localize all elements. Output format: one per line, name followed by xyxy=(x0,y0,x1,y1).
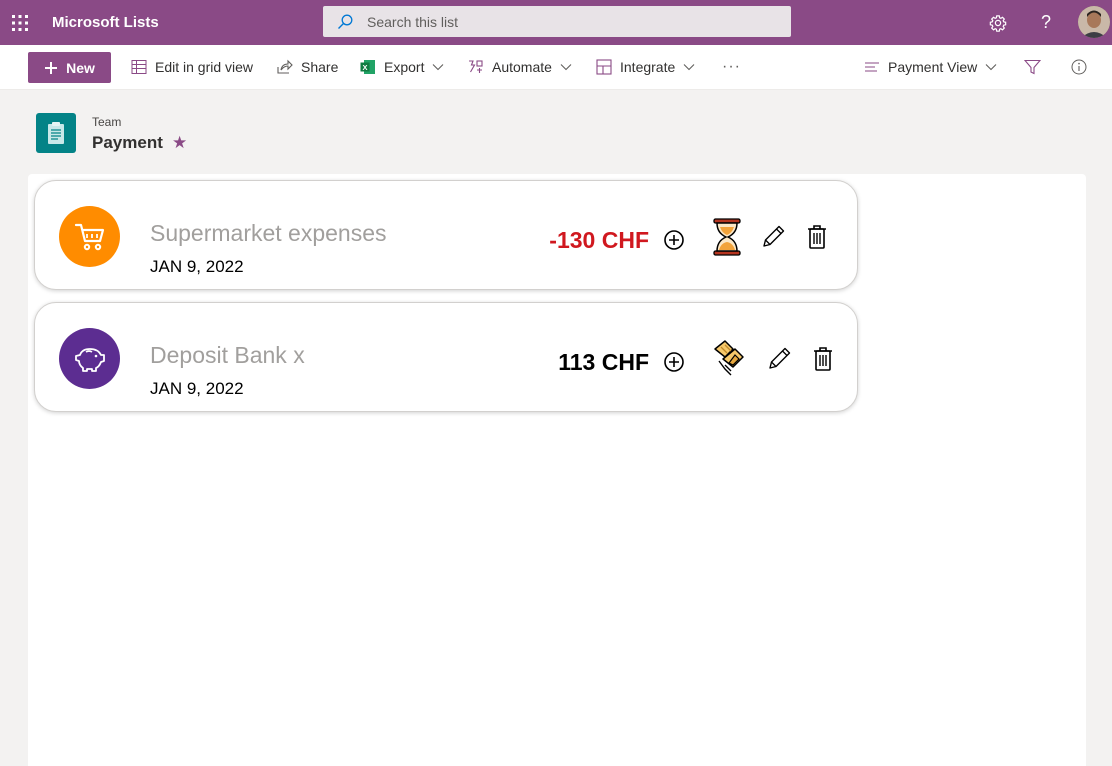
more-icon: ··· xyxy=(722,58,741,75)
pencil-edit-icon[interactable] xyxy=(760,224,786,250)
automate-button[interactable]: Automate xyxy=(467,45,572,89)
item-amount: -130 CHF xyxy=(549,227,649,253)
page-title: Payment xyxy=(92,133,163,152)
pencil-edit-icon[interactable] xyxy=(766,346,792,372)
app-launcher-button[interactable] xyxy=(0,0,40,45)
gear-icon xyxy=(989,14,1007,32)
list-item[interactable]: Supermarket expenses JAN 9, 2022 -130 CH… xyxy=(34,180,858,290)
share-button[interactable]: Share xyxy=(276,45,338,89)
item-title: Deposit Bank x xyxy=(150,342,305,368)
command-bar: New Edit in grid view Share X Export Aut… xyxy=(0,45,1112,90)
search-input[interactable]: Search this list xyxy=(323,6,791,37)
lines-icon xyxy=(865,62,879,72)
info-button[interactable] xyxy=(1071,45,1087,89)
cart-icon xyxy=(74,223,104,250)
item-icon-circle xyxy=(59,206,120,267)
avatar[interactable] xyxy=(1078,6,1110,38)
integrate-button[interactable]: Integrate xyxy=(596,45,695,89)
excel-icon: X xyxy=(360,60,375,74)
search-icon xyxy=(323,6,367,37)
share-icon xyxy=(277,59,293,74)
piggy-bank-icon xyxy=(74,347,105,372)
help-icon: ? xyxy=(1040,12,1051,32)
settings-button[interactable] xyxy=(978,0,1018,45)
plus-icon xyxy=(45,61,58,74)
list-item[interactable]: Deposit Bank x JAN 9, 2022 113 CHF xyxy=(34,302,858,412)
chevron-down-icon xyxy=(985,64,997,71)
hourglass-icon xyxy=(713,218,741,256)
export-button[interactable]: X Export xyxy=(360,45,444,89)
svg-text:X: X xyxy=(362,63,367,72)
trash-icon[interactable] xyxy=(806,224,828,250)
item-amount: 113 CHF xyxy=(558,349,649,375)
suite-header: Microsoft Lists Search this list ? xyxy=(0,0,1112,45)
filter-icon xyxy=(1024,59,1041,75)
user-photo-icon xyxy=(1078,6,1110,38)
chevron-down-icon xyxy=(683,64,695,71)
chevron-down-icon xyxy=(560,64,572,71)
item-date: JAN 9, 2022 xyxy=(150,257,244,276)
integrate-icon xyxy=(596,59,612,75)
waffle-icon xyxy=(12,14,28,31)
edit-grid-view-button[interactable]: Edit in grid view xyxy=(131,45,253,89)
new-button[interactable]: New xyxy=(28,52,111,83)
app-name[interactable]: Microsoft Lists xyxy=(52,0,159,45)
filter-button[interactable] xyxy=(1024,45,1041,89)
item-date: JAN 9, 2022 xyxy=(150,379,244,398)
grid-icon xyxy=(131,60,147,74)
trash-icon[interactable] xyxy=(812,346,834,372)
chevron-down-icon xyxy=(433,64,444,71)
list-icon xyxy=(36,113,76,153)
flow-icon xyxy=(469,59,483,73)
handshake-icon xyxy=(714,340,744,376)
search-placeholder: Search this list xyxy=(367,13,459,30)
item-title: Supermarket expenses xyxy=(150,220,387,246)
favorite-star-icon[interactable]: ★ xyxy=(172,133,187,153)
breadcrumb[interactable]: Team xyxy=(92,115,121,129)
add-circle-icon[interactable] xyxy=(663,351,685,373)
more-options-button[interactable]: ··· xyxy=(722,45,741,89)
clipboard-icon xyxy=(48,122,64,144)
info-icon xyxy=(1071,59,1087,75)
add-circle-icon[interactable] xyxy=(663,229,685,251)
item-icon-circle xyxy=(59,328,120,389)
view-selector[interactable]: Payment View xyxy=(864,45,997,89)
help-button[interactable]: ? xyxy=(1026,0,1066,45)
